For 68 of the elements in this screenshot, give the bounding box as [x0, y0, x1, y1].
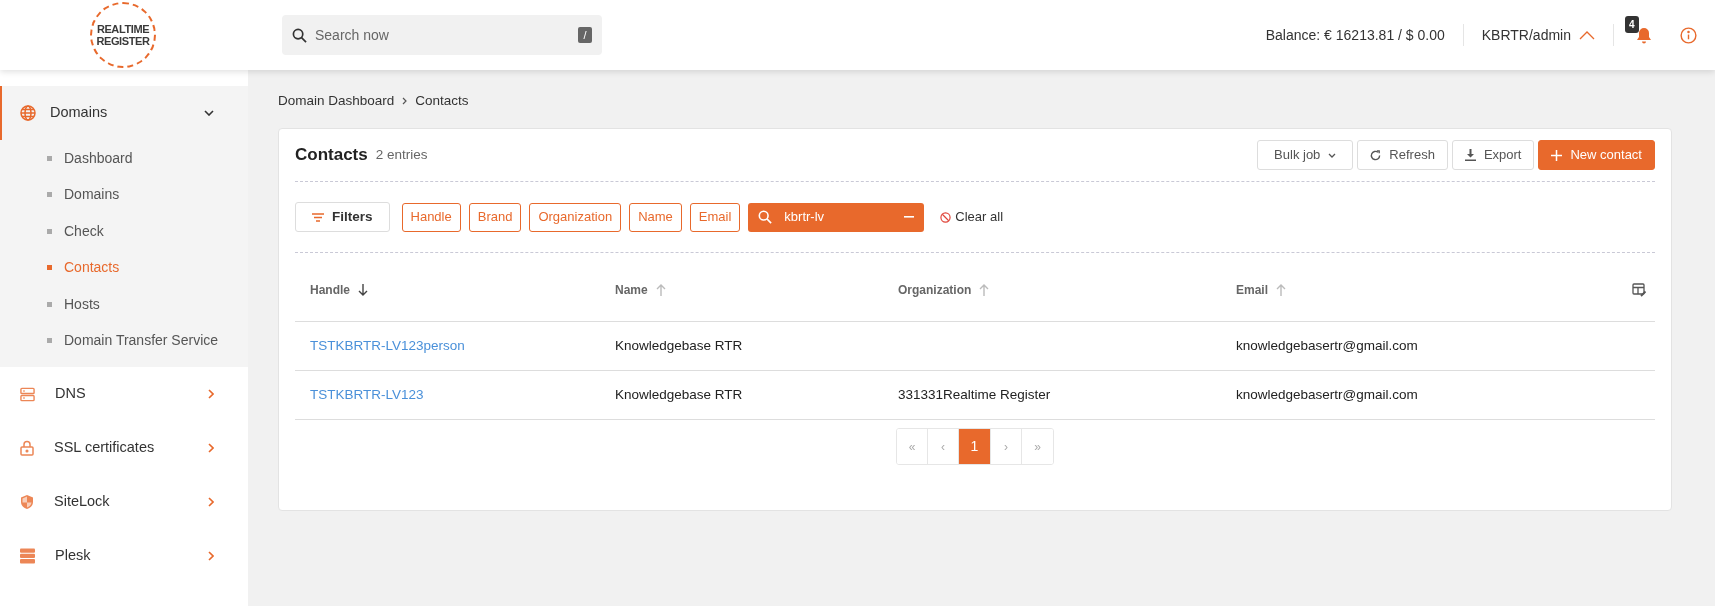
- filter-chip[interactable]: Handle: [401, 202, 461, 232]
- breadcrumb-item: Contacts: [415, 91, 469, 110]
- column-header[interactable]: Organization: [898, 280, 990, 299]
- entry-count: 2 entries: [375, 145, 428, 164]
- column-header[interactable]: Name: [615, 280, 666, 299]
- column-header[interactable]: Handle: [310, 280, 368, 299]
- filter-chip[interactable]: Name: [629, 202, 682, 232]
- filter-chip[interactable]: Organization: [529, 202, 622, 232]
- logo[interactable]: REALTIME REGISTER: [90, 2, 156, 68]
- chevron-up-icon: [1579, 30, 1595, 40]
- export-button[interactable]: Export: [1451, 140, 1535, 170]
- filter-chip[interactable]: Brand: [468, 202, 522, 232]
- contact-handle-link[interactable]: TSTKBRTR-LV123person: [310, 337, 465, 353]
- chevron-right-icon: [208, 443, 214, 453]
- table-cell: Knowledgebase RTR: [615, 386, 743, 402]
- chevron-down-icon: [204, 110, 214, 116]
- page-button[interactable]: 1: [959, 429, 991, 464]
- plus-icon: [1551, 149, 1563, 161]
- download-icon: [1464, 149, 1476, 161]
- padlock-icon: [20, 440, 34, 456]
- globe-icon: [20, 105, 36, 121]
- filters-button[interactable]: Filters: [295, 202, 390, 232]
- bulk-job-dropdown[interactable]: Bulk job: [1257, 140, 1354, 170]
- sidebar-subitem[interactable]: Contacts: [0, 249, 248, 286]
- chevron-right-icon: [208, 551, 214, 561]
- sidebar-subitem[interactable]: Domain Transfer Service: [0, 322, 248, 359]
- bell-icon[interactable]: [1636, 26, 1652, 45]
- server-stack-icon: [20, 548, 35, 564]
- refresh-button[interactable]: Refresh: [1357, 140, 1448, 170]
- table-cell: knowledgebasertr@gmail.com: [1236, 337, 1418, 353]
- contact-handle-link[interactable]: TSTKBRTR-LV123: [310, 386, 424, 402]
- server-icon: [20, 386, 35, 402]
- minus-icon[interactable]: [904, 216, 915, 218]
- prohibited-icon: [940, 211, 952, 223]
- search-filter[interactable]: kbrtr-lv: [748, 202, 925, 232]
- breadcrumb-item[interactable]: Domain Dashboard: [278, 90, 395, 112]
- sidebar-item[interactable]: SSL certificates: [0, 421, 248, 475]
- chevron-down-icon: [1328, 152, 1337, 158]
- sidebar-item[interactable]: Plesk: [0, 529, 248, 583]
- balance-text: Balance: € 16213.81 / $ 0.00: [1265, 25, 1445, 45]
- new-contact-button[interactable]: New contact: [1538, 140, 1655, 170]
- clear-all-button[interactable]: Clear all: [940, 207, 1004, 227]
- sidebar-subitem[interactable]: Domains: [0, 176, 248, 213]
- sidebar-subitem[interactable]: Hosts: [0, 286, 248, 323]
- shield-icon: [20, 494, 34, 510]
- column-header[interactable]: Email: [1236, 280, 1286, 299]
- filter-chip[interactable]: Email: [689, 202, 741, 232]
- refresh-icon: [1370, 149, 1382, 161]
- table-cell: 331331Realtime Register: [898, 386, 1051, 402]
- notification-badge: 4: [1625, 15, 1639, 33]
- sidebar-subitem[interactable]: Check: [0, 213, 248, 250]
- table-settings-icon[interactable]: [1632, 282, 1647, 297]
- user-menu[interactable]: KBRTR/admin: [1481, 24, 1595, 46]
- table-cell: Knowledgebase RTR: [615, 337, 743, 353]
- card-title: Contacts: [295, 144, 368, 167]
- chevron-right-icon: [402, 97, 408, 105]
- chevron-right-icon: [208, 497, 214, 507]
- table-cell: knowledgebasertr@gmail.com: [1236, 386, 1418, 402]
- sidebar-item[interactable]: SiteLock: [0, 475, 248, 529]
- sidebar-item[interactable]: Domains: [0, 86, 248, 140]
- keyboard-shortcut: /: [578, 27, 592, 43]
- sidebar-item[interactable]: DNS: [0, 367, 248, 421]
- sidebar-subitem[interactable]: Dashboard: [0, 140, 248, 177]
- search-icon: [292, 28, 307, 43]
- search-icon: [758, 210, 773, 224]
- filter-icon: [312, 212, 324, 222]
- chevron-right-icon: [208, 389, 214, 399]
- info-icon[interactable]: [1680, 26, 1697, 44]
